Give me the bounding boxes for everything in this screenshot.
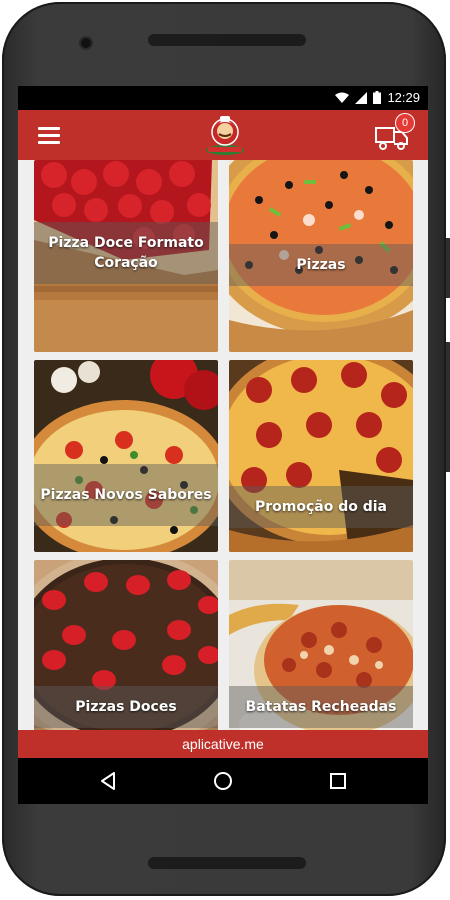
footer-banner[interactable]: aplicative.me — [18, 730, 428, 758]
category-label: Batatas Recheadas — [229, 686, 413, 728]
status-bar: 12:29 — [18, 86, 428, 110]
category-label: Promoção do dia — [229, 486, 413, 528]
status-time: 12:29 — [387, 90, 420, 105]
category-tile-batatas-recheadas[interactable]: Batatas Recheadas — [229, 560, 413, 752]
hamburger-menu-icon[interactable] — [38, 127, 60, 144]
screen: 12:29 0 Pizza Doce Formato Coração Pizza… — [18, 86, 428, 804]
recents-icon[interactable] — [326, 769, 350, 793]
category-label: Pizzas Novos Sabores — [34, 464, 218, 526]
category-label: Pizza Doce Formato Coração — [34, 222, 218, 284]
category-tile-pizzas-doces[interactable]: Pizzas Doces — [34, 560, 218, 752]
category-tile-pizzas-novos-sabores[interactable]: Pizzas Novos Sabores — [34, 360, 218, 552]
delivery-cart-button[interactable]: 0 — [374, 114, 414, 152]
android-nav-bar — [18, 758, 428, 804]
cart-count-badge: 0 — [396, 114, 414, 132]
category-label: Pizzas Doces — [34, 686, 218, 728]
wifi-icon — [335, 92, 350, 103]
category-grid: Pizza Doce Formato Coração Pizzas Pizzas… — [18, 160, 428, 752]
category-tile-pizzas[interactable]: Pizzas — [229, 160, 413, 352]
pizzeria-logo — [206, 116, 244, 155]
home-icon[interactable] — [211, 769, 235, 793]
category-tile-promocao-do-dia[interactable]: Promoção do dia — [229, 360, 413, 552]
app-bar: 0 — [18, 110, 428, 160]
front-camera — [81, 38, 91, 48]
signal-icon — [355, 91, 368, 104]
category-label: Pizzas — [229, 244, 413, 286]
power-button — [446, 342, 450, 472]
volume-button — [446, 238, 450, 298]
bottom-speaker — [148, 857, 306, 869]
back-icon[interactable] — [96, 769, 120, 793]
category-tile-pizza-doce-coracao[interactable]: Pizza Doce Formato Coração — [34, 160, 218, 352]
earpiece-speaker — [148, 34, 306, 46]
battery-icon — [373, 91, 382, 104]
